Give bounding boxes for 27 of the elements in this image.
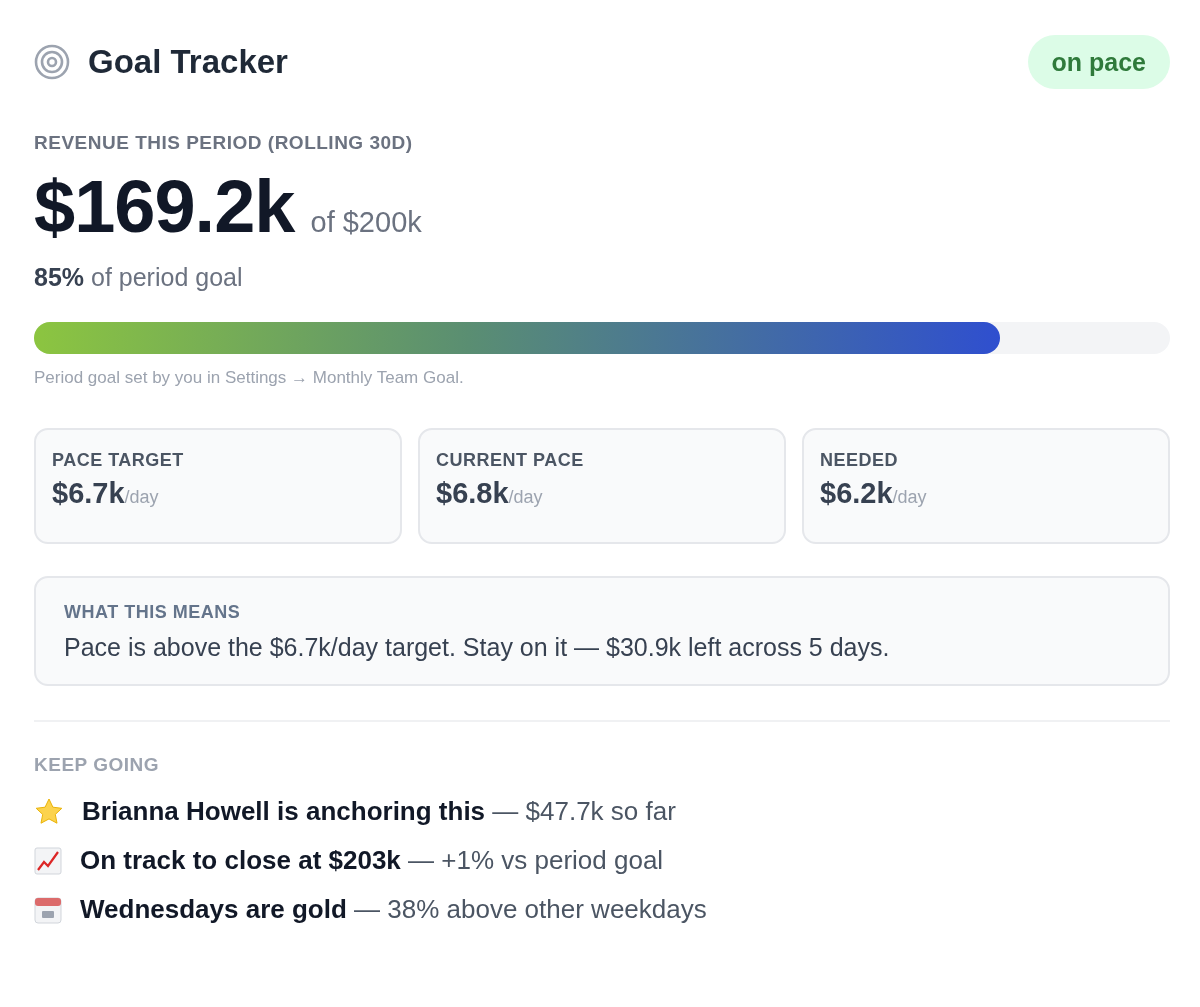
stat-label: PACE TARGET [52,450,184,470]
chart-icon [34,846,62,875]
card-title: Goal Tracker [88,43,288,81]
stat-label: NEEDED [820,450,898,470]
insight-text: Brianna Howell is anchoring this — $47.7k so far [82,796,676,827]
insight-text: On track to close at $203k — +1% vs period goal [80,845,664,876]
revenue-amount: $169.2k [34,164,295,249]
stat-value: $6.2k [820,477,893,510]
stat-label: CURRENT PACE [436,450,584,470]
goal-percent: 85% [34,263,85,291]
stat-value: $6.7k [52,477,125,510]
section-label: KEEP GOING [34,754,160,776]
stat-unit: /day [508,487,543,508]
status-badge: on pace [1027,35,1170,89]
goal-note: Period goal set by you in Settings → Monthly Team Goal. [34,368,465,388]
goal-amount: of $200k [310,206,422,239]
target-icon [34,44,70,80]
section-label: REVENUE THIS PERIOD (ROLLING 30D) [34,132,414,154]
stat-unit: /day [892,487,927,508]
stat-unit: /day [124,487,159,508]
insight-text: Wednesdays are gold — 38% above other weekdays [80,894,707,925]
explanation-title: WHAT THIS MEANS [64,602,241,622]
percent-caption: of period goal [91,263,243,291]
explanation-text: Pace is above the $6.7k/day target. Stay on it — $30.9k left across 5 days. [64,633,891,662]
star-icon [34,796,64,827]
stat-value: $6.8k [436,477,509,510]
calendar-icon [34,895,62,924]
